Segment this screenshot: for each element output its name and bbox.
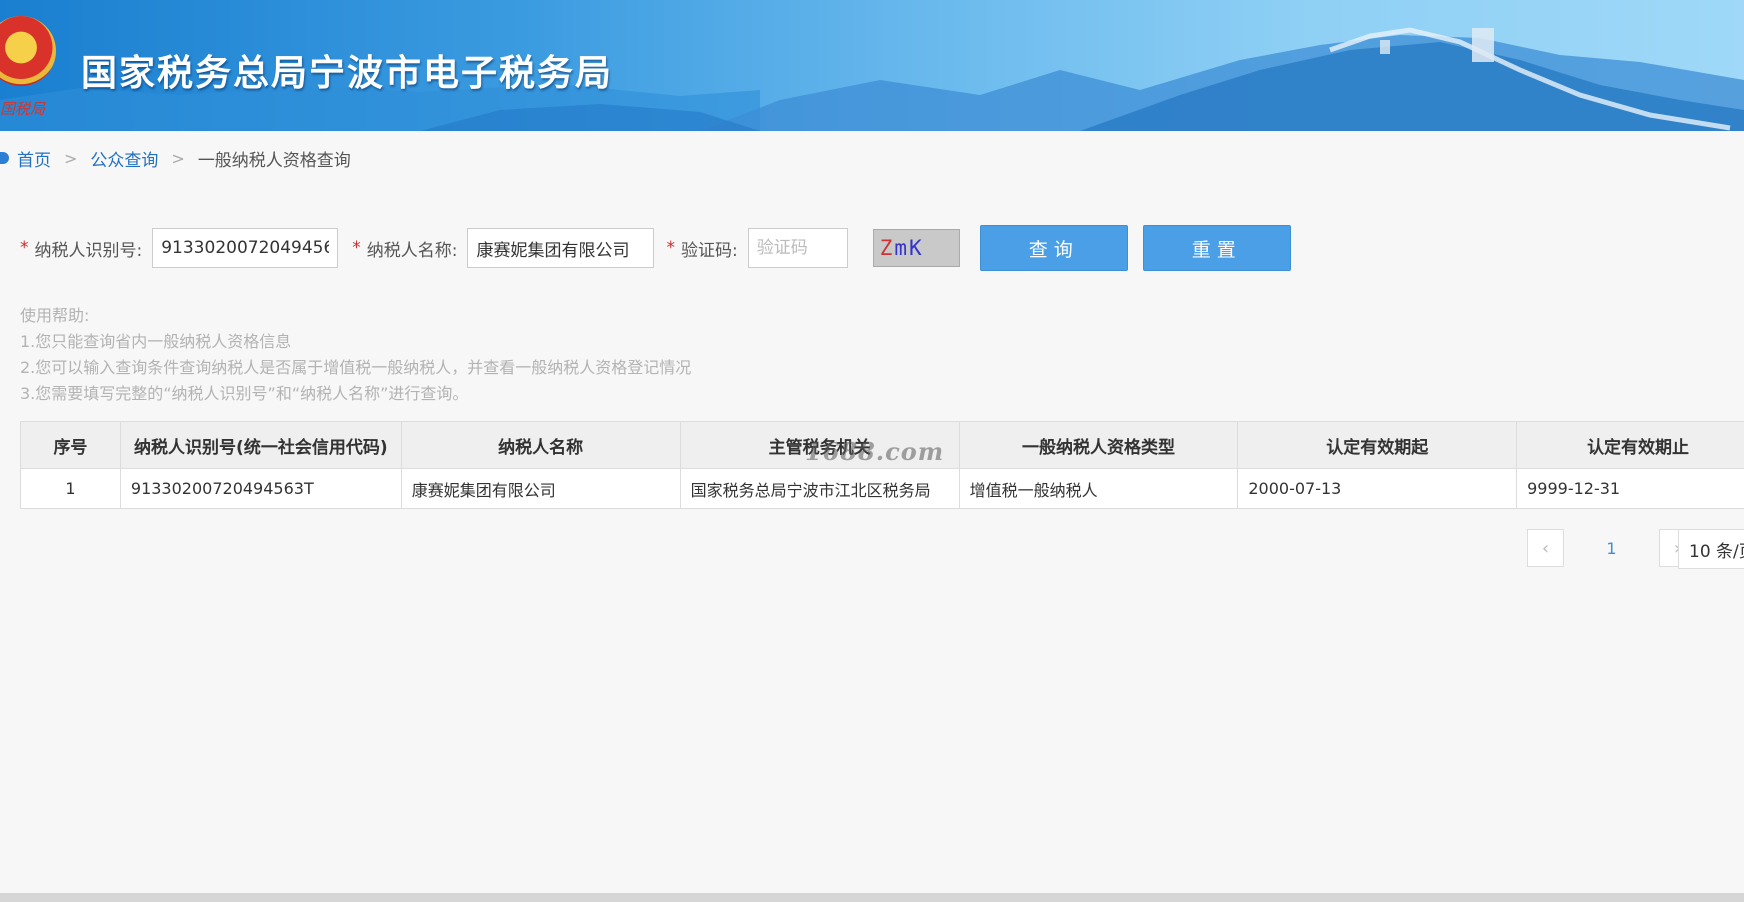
captcha-input[interactable] [747,228,848,268]
table-row: 1 91330200720494563T 康赛妮集团有限公司 国家税务总局宁波市… [20,468,1744,509]
help-section: 使用帮助: 1.您只能查询省内一般纳税人资格信息 2.您可以输入查询条件查询纳税… [20,303,691,407]
bottom-scrollbar [0,893,1744,902]
column-header: 认定有效期起 [1237,421,1518,469]
table-cell: 1 [20,468,121,509]
taxpayer-id-label: 纳税人识别号: [34,240,143,261]
table-cell: 91330200720494563T [119,468,402,509]
table-cell: 康赛妮集团有限公司 [400,468,681,509]
watermark-text: 1688.com [805,437,945,466]
page-size-select[interactable]: 10 条/页 [1678,529,1744,569]
column-header: 一般纳税人资格类型 [958,421,1239,469]
query-button[interactable]: 查询 [979,225,1128,271]
required-mark: * [20,238,29,258]
captcha-image[interactable]: Z mK [872,229,960,267]
column-header: 纳税人名称 [400,421,681,469]
breadcrumb: 首页 > 公众查询 > 一般纳税人资格查询 [0,146,351,171]
required-mark: * [666,238,675,258]
captcha-label: 验证码: [680,240,738,261]
captcha-text: mK [894,236,924,260]
table-cell: 9999-12-31 [1516,468,1744,509]
breadcrumb-separator: > [171,148,185,168]
breadcrumb-public-query-link[interactable]: 公众查询 [90,146,158,171]
breadcrumb-separator: > [64,148,78,168]
emblem-seal-text: 国税局 [0,100,46,118]
help-line: 3.您需要填写完整的“纳税人识别号”和“纳税人名称”进行查询。 [20,384,469,403]
captcha-text: Z [879,236,895,260]
taxpayer-id-input[interactable] [152,228,339,268]
help-title: 使用帮助: [20,306,90,325]
header-banner: 国税局 国家税务总局宁波市电子税务局 [0,0,1744,131]
breadcrumb-home-link[interactable]: 首页 [17,146,51,171]
column-header: 认定有效期止 [1516,421,1744,469]
taxpayer-name-input[interactable] [467,228,655,268]
query-form: * 纳税人识别号: * 纳税人名称: * 验证码: Z mK 查询 重置 [20,225,1291,271]
column-header: 序号 [20,421,121,469]
site-title: 国家税务总局宁波市电子税务局 [81,53,614,94]
table-cell: 国家税务总局宁波市江北区税务局 [679,468,960,509]
taxpayer-name-label: 纳税人名称: [366,240,458,261]
reset-button[interactable]: 重置 [1142,225,1291,271]
column-header: 纳税人识别号(统一社会信用代码) [119,421,402,469]
table-cell: 增值税一般纳税人 [958,468,1239,509]
location-icon [0,152,9,164]
required-mark: * [352,238,361,258]
page-number[interactable]: 1 [1564,539,1659,558]
help-line: 2.您可以输入查询条件查询纳税人是否属于增值税一般纳税人，并查看一般纳税人资格登… [20,358,692,377]
pagination: ‹ 1 › [1527,529,1696,567]
help-line: 1.您只能查询省内一般纳税人资格信息 [20,332,292,351]
prev-page-button[interactable]: ‹ [1527,529,1564,567]
table-cell: 2000-07-13 [1237,468,1518,509]
breadcrumb-current: 一般纳税人资格查询 [197,150,351,171]
